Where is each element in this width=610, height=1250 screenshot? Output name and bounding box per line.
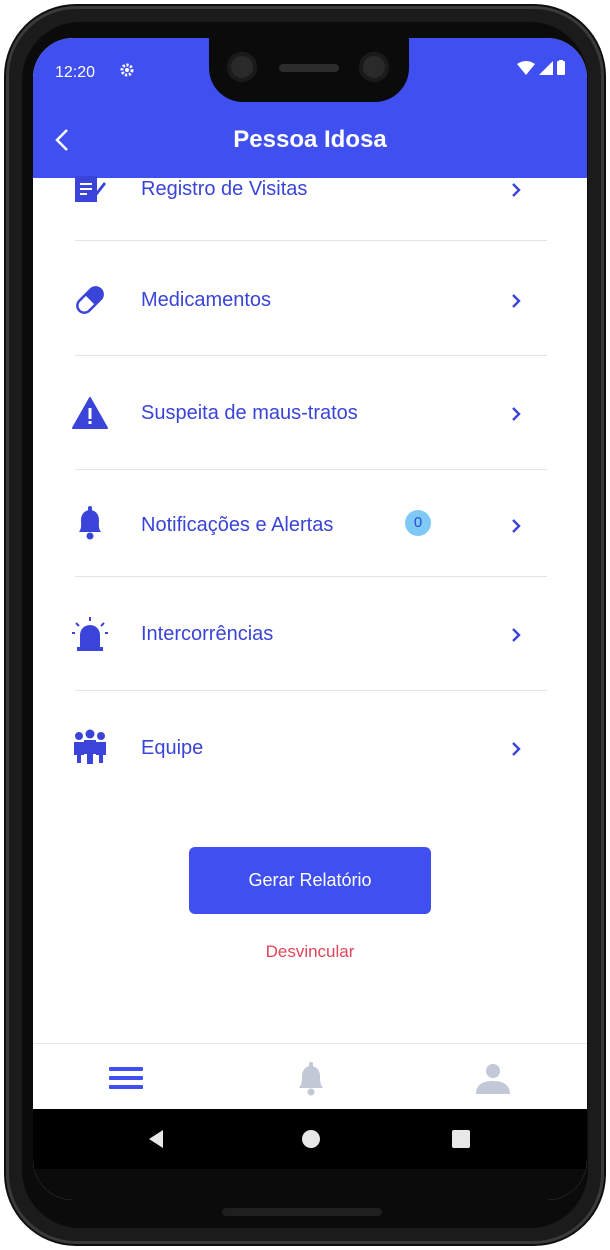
nav-home-button[interactable]: [297, 1125, 325, 1153]
menu-item-label: Suspeita de maus-tratos: [141, 402, 358, 424]
warning-icon: [72, 397, 108, 429]
menu-item-notificacoes-alertas[interactable]: Notificações e Alertas 0: [33, 470, 587, 580]
tab-menu[interactable]: [107, 1058, 147, 1098]
menu-item-equipe[interactable]: Equipe: [33, 691, 587, 801]
generate-report-button[interactable]: Gerar Relatório: [189, 847, 431, 914]
earpiece-speaker: [279, 64, 339, 72]
chevron-right-icon: [512, 294, 521, 308]
tab-notifications[interactable]: [291, 1058, 331, 1098]
unlink-link[interactable]: Desvincular: [33, 942, 587, 962]
register-icon: [75, 176, 106, 202]
battery-icon: [557, 60, 565, 75]
signal-icon: [539, 60, 553, 75]
chevron-right-icon: [512, 407, 521, 421]
chevron-right-icon: [512, 628, 521, 642]
bottom-tab-bar: [33, 1043, 587, 1109]
wifi-icon: [517, 60, 535, 75]
menu-item-label: Equipe: [141, 737, 204, 759]
menu-item-label: Registro de Visitas: [141, 178, 308, 200]
menu-item-label: Intercorrências: [141, 623, 274, 645]
status-icons: [517, 60, 565, 75]
menu-item-label: Notificações e Alertas: [141, 514, 334, 536]
menu-item-registro-visitas[interactable]: Registro de Visitas: [33, 150, 587, 240]
team-icon: [74, 729, 106, 764]
chevron-right-icon: [512, 742, 521, 756]
phone-chin: [33, 1169, 587, 1200]
system-nav-bar: [33, 1109, 587, 1169]
tab-profile[interactable]: [473, 1058, 513, 1098]
menu-item-suspeita-maus-tratos[interactable]: Suspeita de maus-tratos: [33, 356, 587, 466]
nav-back-button[interactable]: [143, 1125, 171, 1153]
menu-item-intercorrencias[interactable]: Intercorrências: [33, 577, 587, 687]
menu-item-medicamentos[interactable]: Medicamentos: [33, 243, 587, 353]
siren-icon: [72, 617, 108, 651]
circle-home-icon: [302, 1130, 320, 1148]
front-sensor: [359, 52, 389, 82]
pill-icon: [76, 286, 104, 314]
settings-gear-icon: [119, 62, 135, 83]
chevron-right-icon: [512, 519, 521, 533]
notification-count-badge: 0: [405, 510, 431, 536]
nav-recents-button[interactable]: [447, 1125, 475, 1153]
divider: [75, 240, 547, 241]
camera-notch: [209, 38, 409, 102]
bell-icon: [299, 1062, 323, 1096]
chevron-right-icon: [512, 183, 521, 197]
user-icon: [476, 1064, 510, 1094]
status-time: 12:20: [55, 64, 96, 81]
menu-icon: [109, 1067, 143, 1089]
triangle-back-icon: [149, 1130, 163, 1148]
square-recents-icon: [452, 1130, 470, 1148]
bottom-speaker: [222, 1208, 382, 1216]
front-camera: [227, 52, 257, 82]
app-screen: 12:20 Pessoa Idosa Registro de Visitas M…: [33, 38, 587, 1200]
bell-icon: [79, 506, 101, 540]
menu-item-label: Medicamentos: [141, 289, 272, 311]
